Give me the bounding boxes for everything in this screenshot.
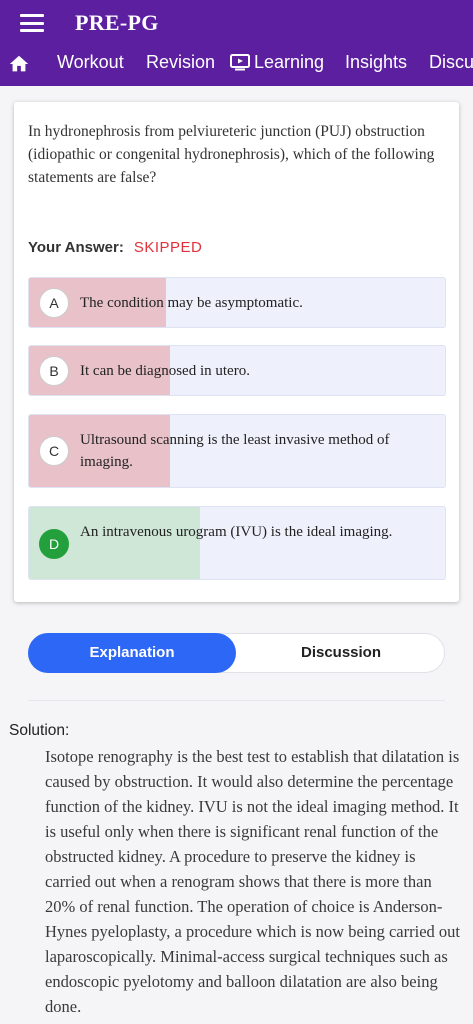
top-navigation: Workout Revision Learning Insights Discu xyxy=(0,46,473,84)
your-answer-row: Your Answer: SKIPPED xyxy=(28,239,202,256)
nav-item-label: Learning xyxy=(254,52,325,72)
nav-item-label: Workout xyxy=(57,52,124,72)
app-title: PRE-PG xyxy=(75,10,159,35)
option-b[interactable]: B It can be diagnosed in utero. xyxy=(28,345,446,396)
nav-item-insights[interactable]: Insights xyxy=(345,52,407,73)
home-icon[interactable] xyxy=(8,53,30,75)
nav-item-label: Discu xyxy=(429,52,473,72)
nav-item-learning[interactable]: Learning xyxy=(230,52,324,73)
app-header: PRE-PG Workout Revision Learning Insight… xyxy=(0,0,473,86)
video-play-icon xyxy=(230,54,250,71)
your-answer-label: Your Answer: xyxy=(28,239,124,256)
option-c[interactable]: C Ultrasound scanning is the least invas… xyxy=(28,414,446,488)
option-letter: A xyxy=(39,288,69,318)
option-text: An intravenous urogram (IVU) is the idea… xyxy=(80,524,393,540)
option-letter-correct: D xyxy=(39,529,69,559)
option-d[interactable]: D An intravenous urogram (IVU) is the id… xyxy=(28,506,446,580)
question-text: In hydronephrosis from pelviureteric jun… xyxy=(28,123,435,186)
hamburger-menu-icon[interactable] xyxy=(20,14,44,32)
nav-item-workout[interactable]: Workout xyxy=(57,52,124,73)
answer-status-badge: SKIPPED xyxy=(133,239,203,256)
nav-item-revision[interactable]: Revision xyxy=(146,52,215,73)
explanation-tabs: Explanation Discussion xyxy=(28,633,445,673)
nav-item-label: Insights xyxy=(345,52,408,72)
divider xyxy=(28,700,445,701)
option-text: It can be diagnosed in utero. xyxy=(80,363,250,379)
option-letter: C xyxy=(39,436,69,466)
solution-text: Isotope renography is the best test to e… xyxy=(45,747,460,1016)
question-card: In hydronephrosis from pelviureteric jun… xyxy=(14,102,459,602)
tab-explanation[interactable]: Explanation xyxy=(28,633,236,673)
nav-item-discussion[interactable]: Discu xyxy=(429,52,473,73)
option-text: Ultrasound scanning is the least invasiv… xyxy=(80,432,390,470)
option-letter: B xyxy=(39,356,69,386)
option-a[interactable]: A The condition may be asymptomatic. xyxy=(28,277,446,328)
solution-label: Solution: xyxy=(9,722,70,739)
option-text: The condition may be asymptomatic. xyxy=(80,295,303,311)
nav-item-label: Revision xyxy=(146,52,216,72)
tab-discussion[interactable]: Discussion xyxy=(237,633,445,673)
